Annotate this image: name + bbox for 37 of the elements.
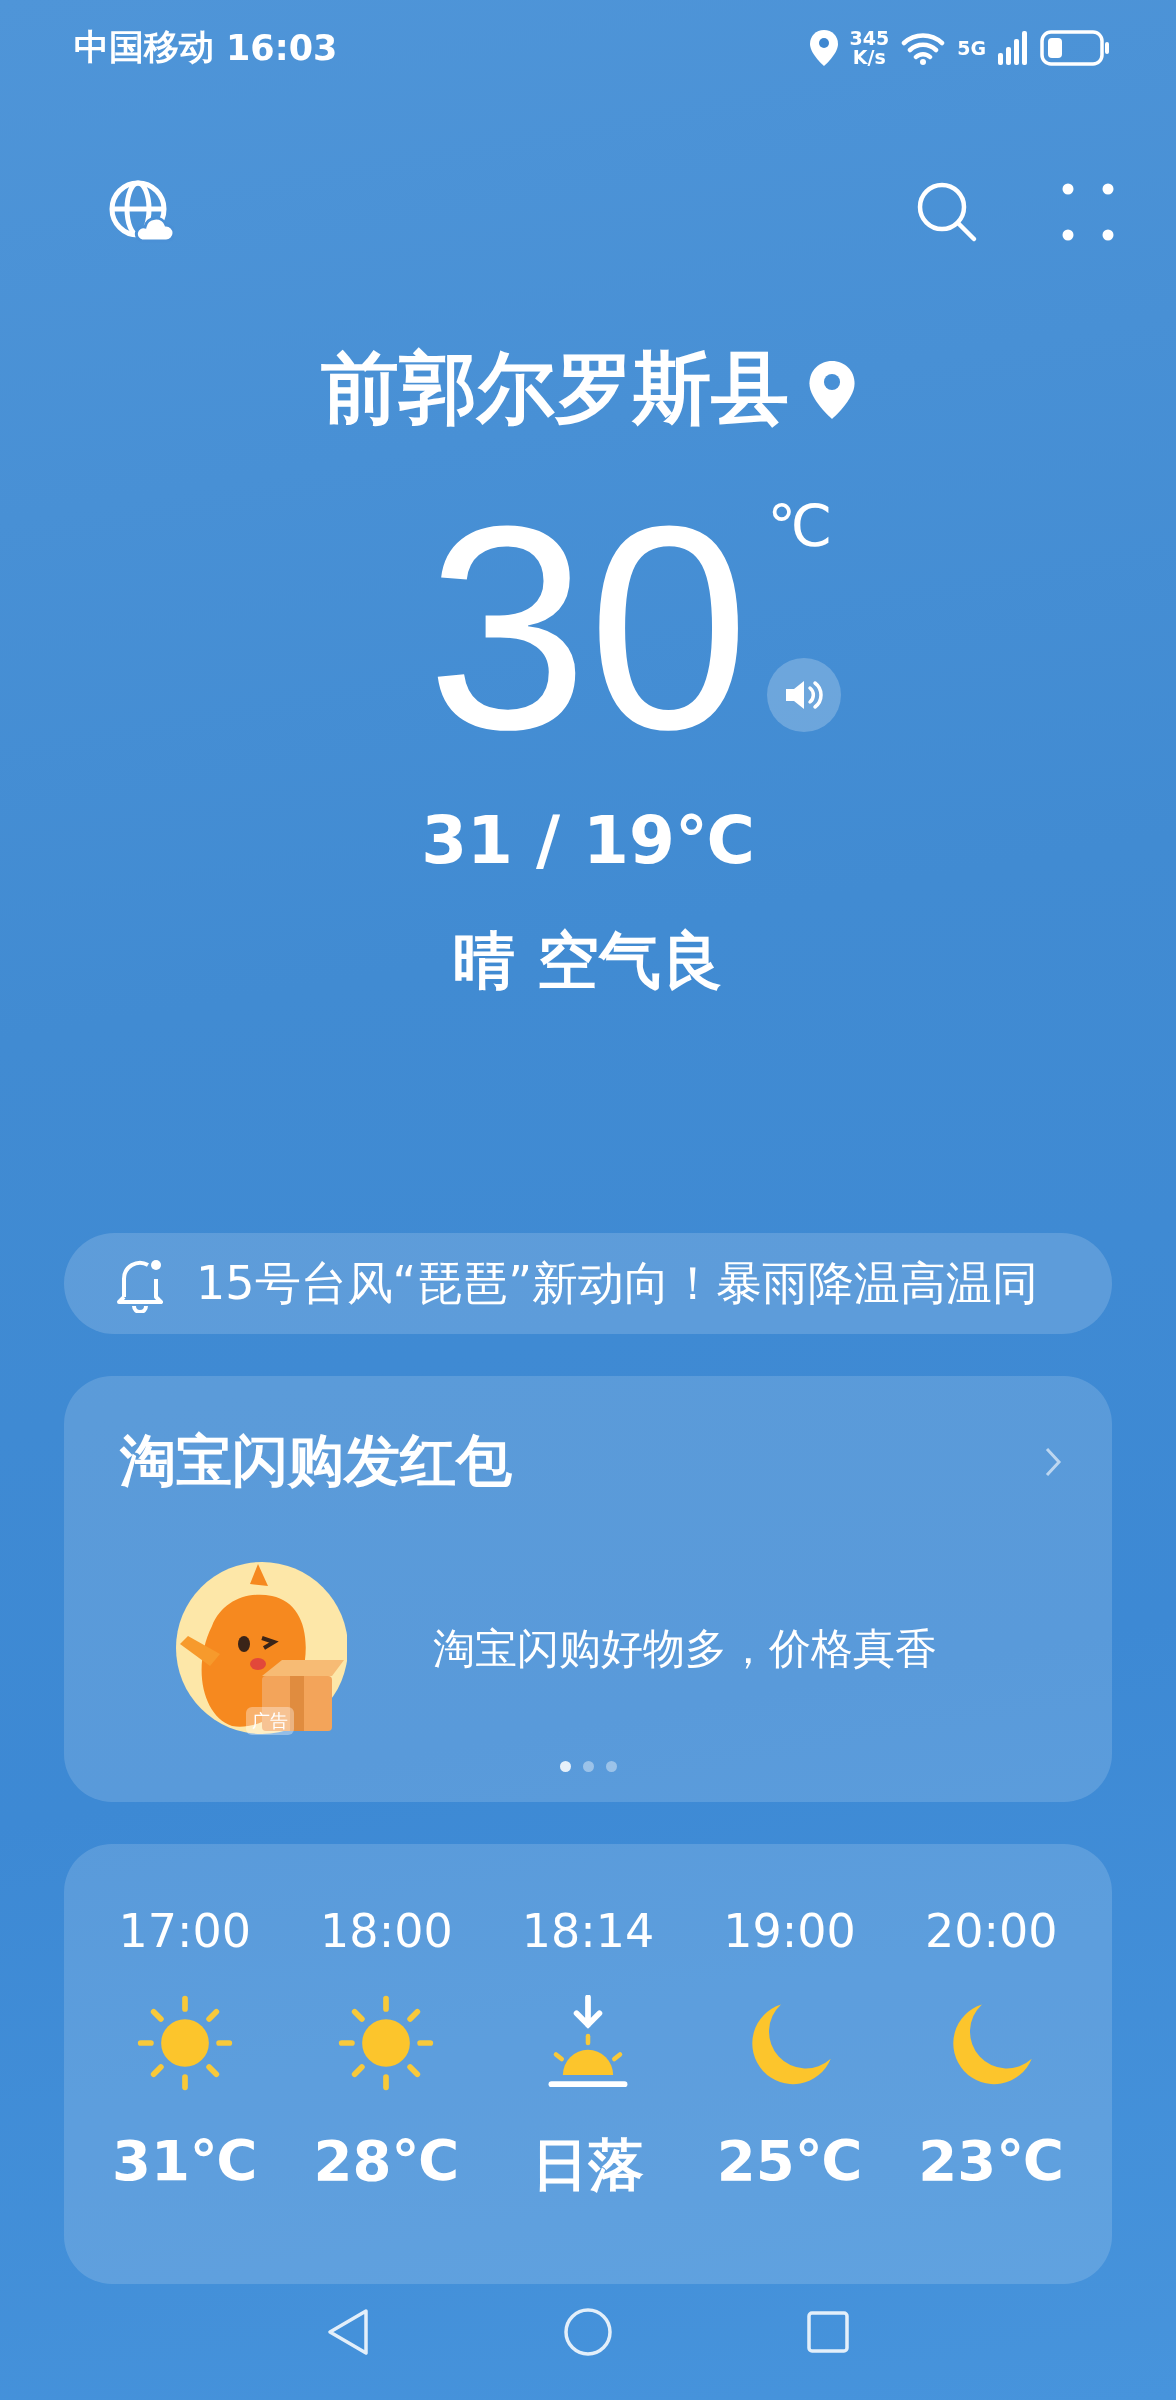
hour-time: 18:00 bbox=[320, 1904, 453, 1959]
recent-apps-icon[interactable] bbox=[805, 2310, 850, 2355]
location-pin-icon bbox=[809, 360, 855, 419]
hour-time: 19:00 bbox=[723, 1904, 856, 1959]
location-icon bbox=[809, 29, 838, 66]
temperature-unit: ℃ bbox=[767, 492, 834, 560]
wifi-icon bbox=[901, 30, 946, 65]
hour-time: 20:00 bbox=[924, 1904, 1058, 1959]
alert-text: 15号台风“琵琶”新动向！暴雨降温高温同 bbox=[196, 1254, 1039, 1312]
hour-temperature: 28℃ bbox=[313, 2128, 460, 2194]
ad-label: 广告 bbox=[246, 1707, 294, 1736]
home-icon[interactable] bbox=[563, 2307, 613, 2358]
carrier-name: 中国移动 bbox=[74, 26, 214, 69]
current-temperature: 30 bbox=[426, 482, 750, 772]
hour-temperature: 23℃ bbox=[918, 2128, 1065, 2194]
hour-time: 17:00 bbox=[118, 1904, 252, 1959]
ad-title: 淘宝闪购发红包 bbox=[120, 1427, 512, 1496]
more-icon[interactable] bbox=[1062, 183, 1114, 241]
chevron-right-icon[interactable] bbox=[1044, 1446, 1062, 1479]
weather-condition: 晴 空气良 bbox=[452, 923, 724, 999]
signal-icon bbox=[998, 30, 1028, 65]
city-name: 前郭尔罗斯县 bbox=[321, 342, 789, 435]
clock-time: 16:03 bbox=[226, 27, 338, 68]
hour-time: 18:14 bbox=[521, 1904, 655, 1959]
hour-temperature: 25℃ bbox=[716, 2128, 863, 2194]
search-icon[interactable] bbox=[916, 181, 978, 243]
network-speed: 345 bbox=[849, 28, 890, 48]
temperature-range: 31 / 19℃ bbox=[420, 802, 756, 879]
hour-temperature: 日落 bbox=[532, 2131, 644, 2200]
back-icon[interactable] bbox=[326, 2307, 371, 2358]
speaker-icon bbox=[784, 678, 825, 712]
battery-icon bbox=[1040, 29, 1110, 66]
alert-banner[interactable]: 15号台风“琵琶”新动向！暴雨降温高温同 bbox=[64, 1233, 1112, 1335]
ad-slogan: 淘宝闪购好物多，价格真香 bbox=[433, 1622, 937, 1675]
speed-unit: K/s bbox=[852, 47, 886, 67]
hour-temperature: 31℃ bbox=[111, 2128, 258, 2194]
network-type: 5G bbox=[957, 36, 986, 59]
